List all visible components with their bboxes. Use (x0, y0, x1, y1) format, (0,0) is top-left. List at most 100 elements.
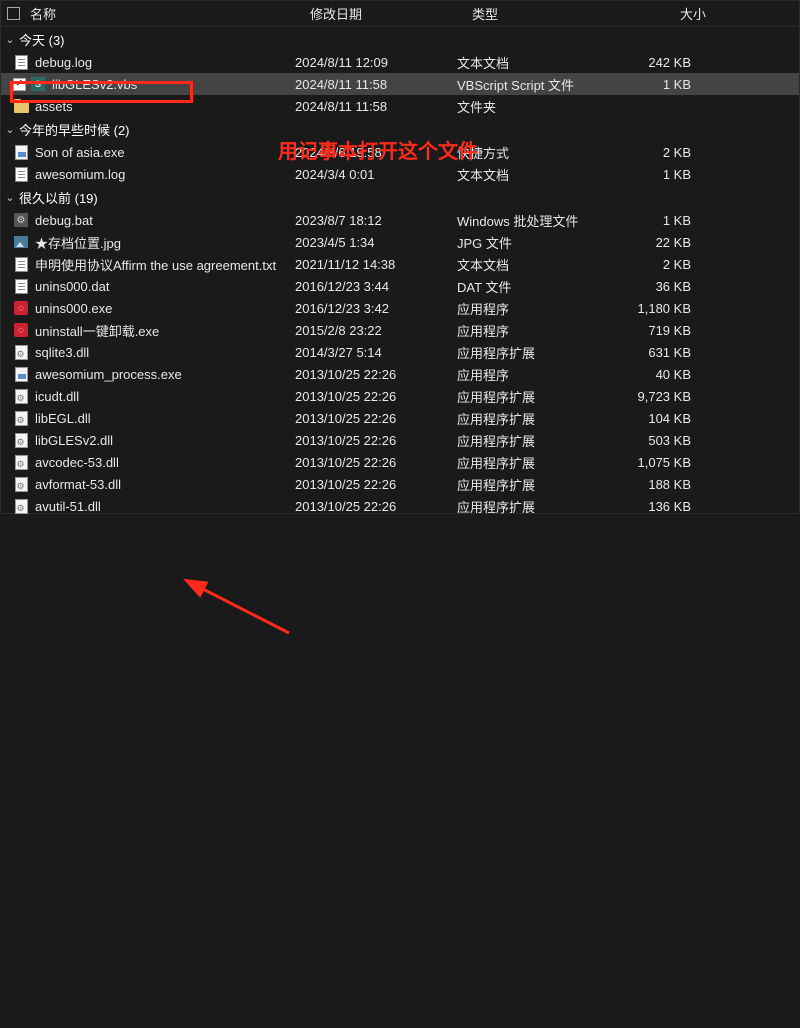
file-name: 申明使用协议Affirm the use agreement.txt (35, 255, 295, 274)
file-size: 22 KB (605, 235, 701, 250)
file-row[interactable]: debug.bat2023/8/7 18:12Windows 批处理文件1 KB (1, 209, 799, 231)
select-all-checkbox[interactable] (7, 7, 20, 20)
column-header-date[interactable]: 修改日期 (310, 4, 472, 23)
file-type: 文本文档 (457, 53, 605, 72)
file-date: 2023/4/5 1:34 (295, 235, 457, 250)
uexe-icon: ◌ (13, 322, 29, 338)
file-row[interactable]: sqlite3.dll2014/3/27 5:14应用程序扩展631 KB (1, 341, 799, 363)
file-row[interactable]: libEGL.dll2013/10/25 22:26应用程序扩展104 KB (1, 407, 799, 429)
file-date: 2013/10/25 22:26 (295, 477, 457, 492)
group-label: 今天 (3) (17, 30, 65, 49)
file-date: 2016/12/23 3:42 (295, 301, 457, 316)
file-type: 文本文档 (457, 165, 605, 184)
chevron-down-icon: ⌄ (3, 123, 17, 136)
file-name: assets (35, 99, 295, 114)
file-row[interactable]: unins000.dat2016/12/23 3:44DAT 文件36 KB (1, 275, 799, 297)
file-date: 2013/10/25 22:26 (295, 411, 457, 426)
file-size: 1,180 KB (605, 301, 701, 316)
group-label: 很久以前 (19) (17, 188, 98, 207)
file-name: avutil-51.dll (35, 499, 295, 514)
file-name: debug.bat (35, 213, 295, 228)
column-header-row: 名称 修改日期 类型 大小 (1, 1, 799, 27)
file-name: debug.log (35, 55, 295, 70)
file-type: DAT 文件 (457, 277, 605, 296)
file-name: sqlite3.dll (35, 345, 295, 360)
file-size: 136 KB (605, 499, 701, 514)
group-header[interactable]: ⌄很久以前 (19) (1, 185, 799, 209)
file-name: awesomium_process.exe (35, 367, 295, 382)
file-row[interactable]: debug.log2024/8/11 12:09文本文档242 KB (1, 51, 799, 73)
column-header-name[interactable]: 名称 (28, 4, 310, 23)
file-name: uninstall一键卸载.exe (35, 321, 295, 340)
file-type: 文本文档 (457, 255, 605, 274)
file-date: 2024/8/11 12:09 (295, 55, 457, 70)
file-date: 2024/3/4 0:01 (295, 167, 457, 182)
file-name: libGLESv2.dll (35, 433, 295, 448)
file-size: 40 KB (605, 367, 701, 382)
file-type: VBScript Script 文件 (457, 75, 605, 94)
file-size: 104 KB (605, 411, 701, 426)
file-row[interactable]: 申明使用协议Affirm the use agreement.txt2021/1… (1, 253, 799, 275)
group-header[interactable]: ⌄今年的早些时候 (2) (1, 117, 799, 141)
dll-icon (13, 388, 29, 404)
file-row[interactable]: awesomium.log2024/3/4 0:01文本文档1 KB (1, 163, 799, 185)
dll-icon (13, 498, 29, 514)
dll-icon (13, 410, 29, 426)
file-date: 2013/10/25 22:26 (295, 455, 457, 470)
file-type: 应用程序扩展 (457, 343, 605, 362)
file-row[interactable]: libGLESv2.dll2013/10/25 22:26应用程序扩展503 K… (1, 429, 799, 451)
dll-icon (13, 476, 29, 492)
file-name: libGLESv2.vbs (52, 77, 295, 92)
file-row[interactable]: ◌unins000.exe2016/12/23 3:42应用程序1,180 KB (1, 297, 799, 319)
file-size: 9,723 KB (605, 389, 701, 404)
file-date: 2021/11/12 14:38 (295, 257, 457, 272)
file-row[interactable]: icudt.dll2013/10/25 22:26应用程序扩展9,723 KB (1, 385, 799, 407)
file-size: 1,075 KB (605, 455, 701, 470)
file-row[interactable]: Son of asia.exe2024/3/6 19:58快捷方式2 KB (1, 141, 799, 163)
file-row[interactable]: ★存档位置.jpg2023/4/5 1:34JPG 文件22 KB (1, 231, 799, 253)
dll-icon (13, 432, 29, 448)
row-checkbox[interactable] (13, 78, 26, 91)
file-type: Windows 批处理文件 (457, 211, 605, 230)
file-size: 1 KB (605, 77, 701, 92)
file-size: 1 KB (605, 213, 701, 228)
jpg-icon (13, 234, 29, 250)
file-size: 2 KB (605, 145, 701, 160)
file-type: 应用程序 (457, 321, 605, 340)
file-type: 应用程序扩展 (457, 431, 605, 450)
file-name: avcodec-53.dll (35, 455, 295, 470)
file-row[interactable]: awesomium_process.exe2013/10/25 22:26应用程… (1, 363, 799, 385)
column-header-type[interactable]: 类型 (472, 4, 620, 23)
file-type: 文件夹 (457, 97, 605, 116)
text-icon (13, 256, 29, 272)
folder-icon (13, 98, 29, 114)
file-date: 2023/8/7 18:12 (295, 213, 457, 228)
file-size: 242 KB (605, 55, 701, 70)
file-date: 2014/3/27 5:14 (295, 345, 457, 360)
group-header[interactable]: ⌄今天 (3) (1, 27, 799, 51)
file-list: ⌄今天 (3)debug.log2024/8/11 12:09文本文档242 K… (1, 27, 799, 517)
chevron-down-icon: ⌄ (3, 191, 17, 204)
file-type: 应用程序扩展 (457, 475, 605, 494)
file-row[interactable]: SlibGLESv2.vbs2024/8/11 11:58VBScript Sc… (1, 73, 799, 95)
file-row[interactable]: ◌uninstall一键卸载.exe2015/2/8 23:22应用程序719 … (1, 319, 799, 341)
exe-blank-icon (13, 144, 29, 160)
file-size: 188 KB (605, 477, 701, 492)
text-icon (13, 54, 29, 70)
file-type: 应用程序 (457, 365, 605, 384)
file-row[interactable]: avcodec-53.dll2013/10/25 22:26应用程序扩展1,07… (1, 451, 799, 473)
bat-icon (13, 212, 29, 228)
file-name: libEGL.dll (35, 411, 295, 426)
file-date: 2013/10/25 22:26 (295, 499, 457, 514)
file-row[interactable]: assets2024/8/11 11:58文件夹 (1, 95, 799, 117)
dll-icon (13, 344, 29, 360)
file-row[interactable]: avformat-53.dll2013/10/25 22:26应用程序扩展188… (1, 473, 799, 495)
file-date: 2013/10/25 22:26 (295, 433, 457, 448)
file-date: 2013/10/25 22:26 (295, 367, 457, 382)
column-header-size[interactable]: 大小 (620, 4, 716, 23)
file-date: 2015/2/8 23:22 (295, 323, 457, 338)
file-date: 2024/8/11 11:58 (295, 77, 457, 92)
vbs-icon: S (30, 76, 46, 92)
file-name: avformat-53.dll (35, 477, 295, 492)
file-type: 应用程序扩展 (457, 497, 605, 516)
